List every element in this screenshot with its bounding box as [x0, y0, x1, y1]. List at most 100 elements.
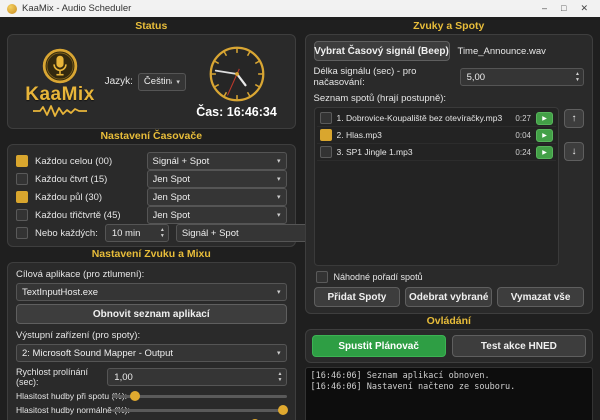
- start-scheduler-button[interactable]: Spustit Plánovač: [311, 335, 446, 357]
- reorder-buttons: ↑ ↓: [564, 107, 584, 266]
- slider-thumb[interactable]: [278, 405, 288, 415]
- timer-row-threequarter: Každou třičtvrtě (45) Jen Spot ▾: [16, 206, 287, 224]
- add-spots-button[interactable]: Přidat Spoty: [313, 287, 401, 307]
- microphone-logo-icon: [42, 48, 78, 83]
- mode-select-threequarter[interactable]: Jen Spot ▾: [146, 206, 287, 224]
- mode-select-interval[interactable]: Signál + Spot▾: [175, 224, 316, 242]
- close-icon[interactable]: ✕: [580, 0, 588, 17]
- chevron-down-icon: ▾: [276, 176, 281, 183]
- mode-select-quarter[interactable]: Jen Spot ▾: [146, 170, 287, 188]
- timer-header: Nastavení Časovače: [100, 130, 203, 142]
- chevron-down-icon: ▾: [176, 78, 180, 86]
- app-logo-icon: [7, 3, 17, 14]
- interval-spinner[interactable]: 10 min ▲ ▼: [104, 224, 169, 242]
- spot-list-area: 1. Dobrovice-Koupaliště bez otevíračky.m…: [313, 107, 584, 266]
- clock-area: Čas: 16:46:34: [189, 44, 285, 119]
- arrow-up-icon: ↑: [571, 113, 577, 124]
- language-label: Jazyk:: [104, 76, 133, 87]
- checkbox-spot-1[interactable]: [319, 112, 332, 124]
- play-icon[interactable]: ▶: [536, 145, 553, 159]
- checkbox-threequarter[interactable]: [16, 209, 28, 221]
- list-item[interactable]: 1. Dobrovice-Koupaliště bez otevíračky.m…: [316, 110, 556, 127]
- output-device-label: Výstupní zařízení (pro spoty):: [16, 330, 141, 341]
- window-title: KaaMix - Audio Scheduler: [22, 3, 132, 14]
- language-row: Jazyk: Čeština ▾: [104, 72, 186, 91]
- checkbox-spot-2[interactable]: [319, 129, 332, 141]
- log-line: [16:46:06] Seznam aplikací obnoven.: [310, 371, 490, 381]
- checkbox-quarter[interactable]: [16, 173, 28, 185]
- signal-row: Vybrat Časový signál (Beep) Time_Announc…: [313, 41, 585, 61]
- mix-groupbox: Cílová aplikace (pro ztlumení): TextInpu…: [7, 262, 296, 420]
- play-icon[interactable]: ▶: [536, 111, 553, 125]
- log-output[interactable]: [16:46:06] Seznam aplikací obnoven. [16:…: [304, 367, 593, 420]
- play-icon[interactable]: ▶: [536, 128, 553, 142]
- language-select[interactable]: Čeština ▾: [137, 72, 186, 91]
- timer-row-quarter: Každou čtvrt (15) Jen Spot ▾: [16, 170, 287, 188]
- timer-row-full-hour: Každou celou (00) Signál + Spot ▾: [16, 152, 287, 170]
- refresh-apps-button[interactable]: Obnovit seznam aplikací: [16, 304, 287, 324]
- slider-thumb[interactable]: [129, 391, 140, 401]
- test-now-button[interactable]: Test akce HNED: [451, 335, 586, 357]
- log-line: [16:46:06] Nastavení načteno ze souboru.: [310, 382, 516, 392]
- signal-length-row: Délka signálu (sec) - pro načasování: 5,…: [313, 66, 584, 88]
- app-window: KaaMix - Audio Scheduler – □ ✕ Status Ka…: [0, 0, 600, 420]
- status-header: Status: [135, 20, 168, 32]
- control-groupbox: Spustit Plánovač Test akce HNED: [304, 329, 593, 363]
- move-down-button[interactable]: ↓: [564, 142, 584, 161]
- signal-length-label: Délka signálu (sec) - pro načasování:: [313, 66, 417, 88]
- left-column: Status KaaMix Jazyk: Češtin ▾ Čas: 16:46…: [7, 19, 316, 420]
- spinner-arrows-icon[interactable]: ▲ ▼: [157, 227, 168, 239]
- remove-selected-button[interactable]: Odebrat vybrané: [405, 287, 493, 307]
- spot-list[interactable]: 1. Dobrovice-Koupaliště bez otevíračky.m…: [313, 107, 559, 266]
- random-order-row: Náhodné pořadí spotů: [315, 271, 585, 283]
- maximize-icon[interactable]: □: [561, 0, 566, 17]
- checkbox-full-hour[interactable]: [16, 155, 28, 167]
- list-item[interactable]: 2. Hlas.mp3 0:04 ▶: [316, 127, 556, 144]
- move-up-button[interactable]: ↑: [564, 109, 584, 128]
- kaamix-logo: KaaMix: [18, 47, 102, 117]
- status-groupbox: KaaMix Jazyk: Čeština ▾: [7, 34, 296, 129]
- signal-length-spinner[interactable]: 5,00 ▲ ▼: [459, 68, 584, 86]
- spot-buttons-row: Přidat Spoty Odebrat vybrané Vymazat vše: [313, 287, 585, 307]
- main-area: Status KaaMix Jazyk: Češtin ▾ Čas: 16:46…: [0, 17, 600, 420]
- spinner-arrows-icon[interactable]: ▲ ▼: [275, 371, 286, 383]
- checkbox-spot-3[interactable]: [319, 146, 332, 158]
- target-app-select[interactable]: TextInputHost.exe ▾: [16, 283, 287, 301]
- window-controls: – □ ✕: [542, 0, 596, 17]
- output-device-select[interactable]: 2: Microsoft Sound Mapper - Output ▾: [16, 344, 287, 362]
- select-signal-button[interactable]: Vybrat Časový signál (Beep): [313, 41, 450, 61]
- signal-filename: Time_Announce.wav: [457, 45, 546, 57]
- timer-groupbox: Každou celou (00) Signál + Spot ▾ Každou …: [7, 144, 316, 247]
- checkbox-half[interactable]: [16, 191, 28, 203]
- checkbox-random-order[interactable]: [315, 271, 328, 283]
- titlebar: KaaMix - Audio Scheduler – □ ✕: [0, 0, 600, 17]
- mode-select-half[interactable]: Jen Spot ▾: [146, 188, 287, 206]
- timer-row-interval: Nebo každých: 10 min ▲▼ Signál + Spot▾: [16, 224, 316, 242]
- clear-all-button[interactable]: Vymazat vše: [497, 287, 584, 307]
- fade-speed-label: Rychlost prolínání (sec):: [16, 367, 89, 387]
- checkbox-interval[interactable]: [16, 227, 28, 239]
- arrow-down-icon: ↓: [571, 146, 577, 157]
- spots-header: Zvuky a Spoty: [413, 20, 485, 32]
- digital-time: Čas: 16:46:34: [196, 105, 277, 119]
- fade-speed-spinner[interactable]: 1,00 ▲ ▼: [107, 368, 287, 386]
- control-header: Ovládání: [426, 315, 471, 327]
- chevron-down-icon: ▾: [276, 158, 281, 165]
- logo-wordmark: KaaMix: [25, 83, 95, 105]
- spinner-arrows-icon[interactable]: ▲ ▼: [572, 71, 583, 83]
- duck-volume-row: Hlasitost hudby při spotu (%):: [16, 391, 287, 401]
- fade-speed-row: Rychlost prolínání (sec): 1,00 ▲ ▼: [16, 367, 287, 387]
- minimize-icon[interactable]: –: [542, 0, 547, 17]
- right-column: Zvuky a Spoty Vybrat Časový signál (Beep…: [304, 19, 593, 420]
- chevron-down-icon: ▾: [276, 194, 281, 201]
- waveform-icon: [33, 104, 87, 117]
- duck-volume-slider[interactable]: [112, 391, 287, 401]
- mode-select-full-hour[interactable]: Signál + Spot ▾: [146, 152, 287, 170]
- chevron-down-icon: ▾: [276, 212, 281, 219]
- list-item[interactable]: 3. SP1 Jingle 1.mp3 0:24 ▶: [316, 144, 556, 161]
- spots-groupbox: Vybrat Časový signál (Beep) Time_Announc…: [304, 34, 593, 314]
- spot-list-label: Seznam spotů (hrají postupně):: [313, 93, 447, 104]
- chevron-down-icon: ▾: [276, 289, 281, 296]
- normal-volume-slider[interactable]: [112, 405, 288, 415]
- mix-header: Nastavení Zvuku a Mixu: [91, 248, 211, 260]
